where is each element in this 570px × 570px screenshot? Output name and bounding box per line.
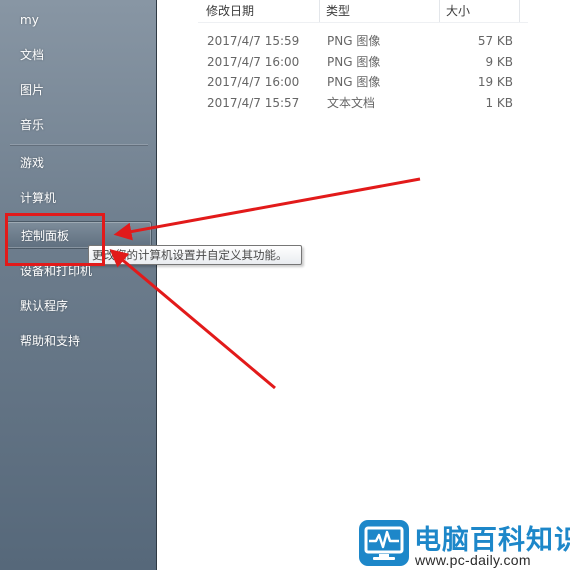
arrow-from-below	[109, 249, 276, 390]
annotation-arrows	[109, 177, 421, 390]
watermark-url: www.pc-daily.com	[415, 552, 531, 568]
arrow-from-right	[113, 177, 421, 241]
monitor-logo-icon	[359, 520, 409, 566]
watermark: 电脑百科知识 www.pc-daily.com	[358, 516, 570, 570]
